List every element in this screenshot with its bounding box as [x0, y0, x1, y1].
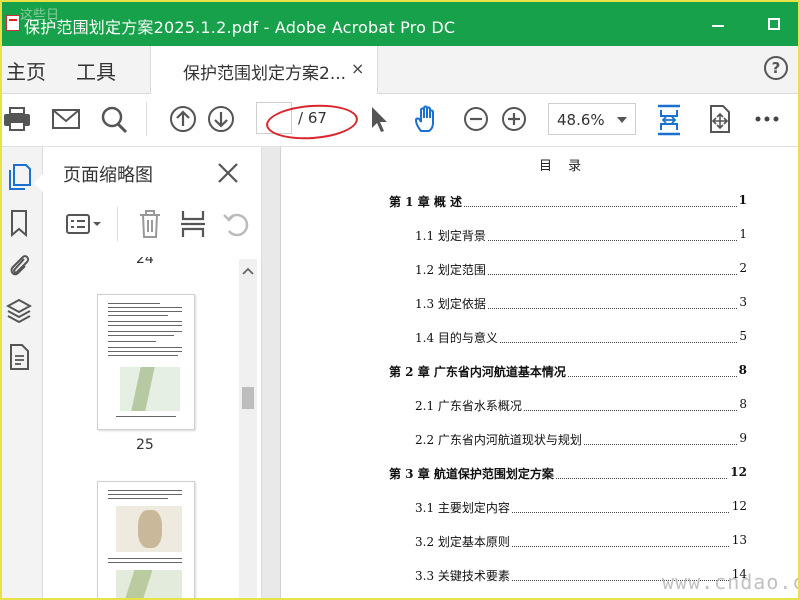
toc-entry[interactable]: 第 2 章 广东省内河航道基本情况 8: [389, 363, 747, 381]
page-thumbnails-icon[interactable]: [6, 163, 32, 191]
toc-entry-title: 第 2 章 广东省内河航道基本情况: [389, 363, 568, 380]
toc-entry-title: 2.2 广东省内河航道现状与规划: [415, 431, 584, 448]
zoom-value: 48.6%: [557, 111, 605, 129]
scroll-up-icon[interactable]: [239, 263, 257, 277]
toc-entry-title: 第 3 章 航道保护范围划定方案: [389, 465, 556, 482]
toc-entry-title: 3.2 划定基本原则: [415, 533, 512, 550]
fit-page-icon[interactable]: [654, 104, 684, 136]
tab-home[interactable]: 主页: [6, 56, 46, 85]
thumbnail-page-number: 25: [136, 437, 154, 453]
toc-entry-title: 1.3 划定依据: [415, 295, 488, 312]
window-title: 保护范围划定方案2025.1.2.pdf - Adobe Acrobat Pro…: [24, 18, 456, 37]
attachment-icon[interactable]: [6, 251, 32, 279]
toc-entry-page: 2: [737, 261, 747, 275]
thumbnail-list[interactable]: 24 25: [43, 257, 243, 598]
zoom-out-icon[interactable]: [462, 104, 490, 134]
toc-entry-page: 13: [729, 533, 747, 547]
toc-entry[interactable]: 1.3 划定依据 3: [415, 295, 747, 313]
delete-icon[interactable]: [137, 209, 163, 243]
toolbar: / 67 48.6%: [2, 94, 798, 147]
pdf-app-icon: [6, 15, 20, 31]
toc-entry-page: 3: [737, 295, 747, 309]
toc-entry-page: 1: [737, 227, 747, 241]
toc-entry-page: 8: [737, 397, 747, 411]
thumbnail-scrollbar[interactable]: [239, 259, 257, 598]
maximize-button[interactable]: [768, 18, 780, 30]
page-down-icon[interactable]: [206, 104, 236, 134]
navigation-rail: [2, 147, 43, 598]
close-icon[interactable]: [215, 160, 241, 186]
pdf-page: 目 录 第 1 章 概 述 1 1.1 划定背景 1 1.2 划定范围 2 1.3 划定依据…: [280, 147, 798, 598]
toc-entry[interactable]: 2.1 广东省水系概况 8: [415, 397, 747, 415]
page-up-icon[interactable]: [168, 104, 198, 134]
panel-divider: [117, 207, 118, 241]
toc-entry-page: 1: [736, 193, 747, 207]
document-tab-label: 保护范围划定方案2...: [183, 64, 347, 84]
thumbnails-panel: 页面缩略图 24 25: [43, 147, 262, 598]
tab-tools[interactable]: 工具: [76, 56, 116, 85]
insert-page-icon[interactable]: [179, 209, 207, 243]
toc-entry-page: 12: [728, 465, 747, 479]
toc-entry-title: 1.2 划定范围: [415, 261, 488, 278]
rotate-view-icon[interactable]: [706, 104, 734, 134]
search-icon[interactable]: [100, 104, 128, 134]
panel-toolbar: [43, 203, 261, 247]
minimize-button[interactable]: [708, 16, 728, 36]
toc-entry-page: 12: [729, 499, 747, 513]
tab-bar: 主页 工具 保护范围划定方案2... × ?: [2, 46, 798, 94]
more-icon[interactable]: [754, 104, 782, 134]
toc-entry-title: 1.1 划定背景: [415, 227, 488, 244]
rotate-icon[interactable]: [221, 209, 249, 243]
thumbnail-page-number: 24: [136, 257, 154, 267]
toolbar-divider: [146, 102, 147, 136]
toc-entry-title: 第 1 章 概 述: [389, 193, 465, 210]
app-window: 这些日 保护范围划定方案2025.1.2.pdf - Adobe Acrobat…: [0, 0, 800, 600]
toc-entry-page: 5: [737, 329, 747, 343]
mail-icon[interactable]: [52, 104, 80, 134]
panel-title: 页面缩略图: [63, 165, 153, 186]
chevron-down-icon: [617, 117, 627, 123]
watermark: www.cndao.com: [662, 570, 798, 594]
toc-entry[interactable]: 1.2 划定范围 2: [415, 261, 747, 279]
toc-entry[interactable]: 3.2 划定基本原则 13: [415, 533, 747, 551]
print-icon[interactable]: [4, 104, 32, 134]
document-properties-icon[interactable]: [6, 343, 32, 371]
document-view[interactable]: 目 录 第 1 章 概 述 1 1.1 划定背景 1 1.2 划定范围 2 1.3 划定依据…: [262, 147, 798, 598]
zoom-select[interactable]: 48.6%: [548, 103, 636, 135]
close-tab-icon[interactable]: ×: [351, 59, 364, 78]
toc-entry-title: 1.4 目的与意义: [415, 329, 500, 346]
toc-entry[interactable]: 1.1 划定背景 1: [415, 227, 747, 245]
title-bar: 这些日 保护范围划定方案2025.1.2.pdf - Adobe Acrobat…: [2, 2, 798, 46]
toc-title: 目 录: [539, 159, 588, 174]
toc-entry[interactable]: 1.4 目的与意义 5: [415, 329, 747, 347]
toc-entry-page: 9: [737, 431, 747, 445]
toc-entry[interactable]: 2.2 广东省内河航道现状与规划 9: [415, 431, 747, 449]
toc-entry-page: 8: [736, 363, 747, 377]
zoom-in-icon[interactable]: [500, 104, 528, 134]
thumbnail-page[interactable]: [97, 481, 195, 598]
toc-entry[interactable]: 第 1 章 概 述 1: [389, 193, 747, 211]
rail-pointer: [34, 174, 43, 192]
toc-entry-title: 2.1 广东省水系概况: [415, 397, 524, 414]
thumbnail-page[interactable]: [97, 294, 195, 430]
hand-icon[interactable]: [412, 104, 442, 134]
select-cursor-icon[interactable]: [368, 104, 390, 134]
bookmark-icon[interactable]: [6, 209, 32, 238]
toc-entry-title: 3.3 关键技术要素: [415, 567, 512, 584]
toc-entry[interactable]: 第 3 章 航道保护范围划定方案 12: [389, 465, 747, 483]
scroll-thumb[interactable]: [242, 387, 254, 409]
help-icon[interactable]: ?: [764, 56, 788, 80]
toc-entry-title: 3.1 主要划定内容: [415, 499, 512, 516]
toc-entry[interactable]: 3.1 主要划定内容 12: [415, 499, 747, 517]
layers-icon[interactable]: [5, 297, 33, 325]
thumbnail-options-icon[interactable]: [65, 213, 105, 241]
document-tab[interactable]: 保护范围划定方案2... ×: [150, 46, 378, 94]
